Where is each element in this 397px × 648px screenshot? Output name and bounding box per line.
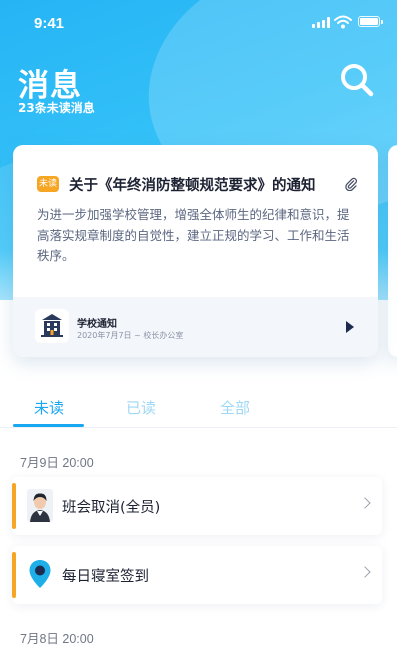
notice-body: 为进一步加强学校管理，增强全体师生的纪律和意识，提高落实规章制度的自觉性，建立正… bbox=[37, 207, 350, 263]
unread-badge: 未读 bbox=[37, 176, 59, 192]
tab-read[interactable]: 已读 bbox=[126, 397, 156, 418]
avatar bbox=[27, 489, 53, 522]
location-pin-icon bbox=[29, 560, 51, 588]
chevron-right-icon bbox=[359, 566, 371, 578]
status-bar: 9:41 bbox=[0, 0, 397, 44]
featured-notice-card[interactable]: 未读 关于《年终消防整顿规范要求》的通知 为进一步加强学校管理，增强全体师生的纪… bbox=[13, 145, 378, 357]
notice-source: 学校通知 bbox=[77, 319, 117, 330]
search-icon[interactable] bbox=[339, 62, 375, 98]
unread-marker bbox=[12, 483, 16, 529]
chevron-right-icon bbox=[359, 497, 371, 509]
attachment-icon bbox=[345, 177, 357, 191]
battery-icon bbox=[358, 16, 383, 27]
list-item[interactable]: 班会取消(全员) bbox=[12, 477, 382, 535]
unread-marker bbox=[12, 552, 16, 598]
notice-title: 关于《年终消防整顿规范要求》的通知 bbox=[69, 178, 316, 194]
date-header: 7月8日 20:00 bbox=[20, 632, 94, 646]
status-time: 9:41 bbox=[34, 15, 65, 32]
date-header: 7月9日 20:00 bbox=[20, 456, 94, 470]
message-tabs: 未读 已读 全部 bbox=[0, 388, 397, 428]
school-icon bbox=[35, 309, 69, 343]
play-icon[interactable] bbox=[346, 321, 354, 333]
tab-unread[interactable]: 未读 bbox=[34, 397, 64, 418]
unread-count: 23条未读消息 bbox=[18, 101, 95, 115]
item-title: 每日寝室签到 bbox=[62, 569, 149, 585]
wifi-icon bbox=[334, 15, 352, 29]
next-card-peek[interactable] bbox=[388, 145, 397, 357]
list-item[interactable]: 每日寝室签到 bbox=[12, 546, 382, 604]
signal-icon bbox=[312, 17, 330, 28]
notice-footer: 学校通知 2020年7月7日 ~ 校长办公室 bbox=[13, 297, 378, 357]
item-title: 班会取消(全员) bbox=[62, 500, 161, 516]
tab-all[interactable]: 全部 bbox=[220, 397, 250, 418]
tab-indicator bbox=[13, 424, 84, 427]
notice-meta: 2020年7月7日 ~ 校长办公室 bbox=[77, 331, 184, 340]
